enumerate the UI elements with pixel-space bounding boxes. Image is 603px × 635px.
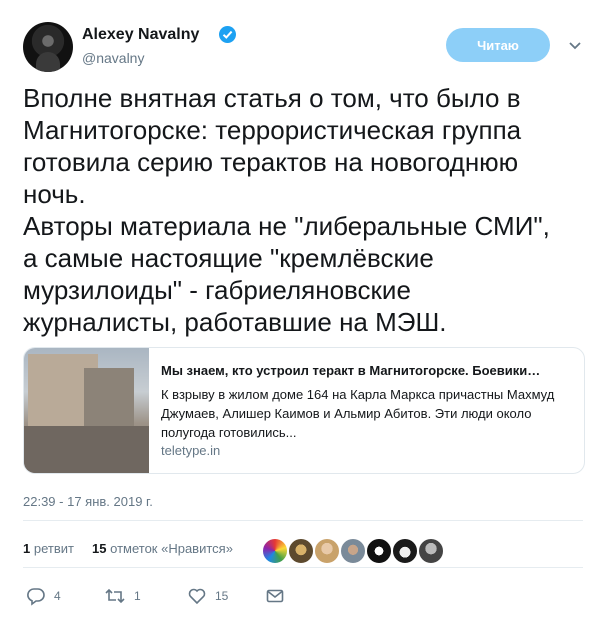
tweet-text-line: ночь. [23,179,86,209]
tweet-text-line: Вполне внятная статья о том, что было в [23,83,521,113]
card-thumbnail [24,348,149,473]
divider [23,520,583,521]
retweet-icon [105,588,125,604]
liker-avatar[interactable] [262,538,288,564]
like-button[interactable]: 15 [187,584,228,608]
likes-label[interactable]: отметок «Нравится» [110,541,233,556]
card-title: Мы знаем, кто устроил теракт в Магнитого… [161,363,541,378]
retweet-count: 1 [134,589,141,603]
author-handle[interactable]: @navalny [82,50,144,66]
tweet-text-line: Магнитогорске: террористическая группа [23,115,522,145]
tweet-text-line: мурзилоиды" - габриеляновские [23,275,411,305]
envelope-icon [266,589,284,603]
tweet-text-line: готовила серию терактов на новогоднюю [23,147,519,177]
divider [23,567,583,568]
tweet-timestamp[interactable]: 22:39 - 17 янв. 2019 г. [23,494,153,509]
thumbnail-rubble [24,426,149,473]
card-domain: teletype.in [161,443,221,458]
direct-message-button[interactable] [265,584,285,608]
likes-count[interactable]: 15 [92,541,106,556]
chevron-down-icon[interactable] [566,36,584,54]
liker-avatar[interactable] [366,538,392,564]
tweet-actions: 4 1 15 [0,584,603,608]
liker-avatar[interactable] [392,538,418,564]
avatar[interactable] [23,22,73,72]
author-name[interactable]: Alexey Navalny [82,26,199,44]
reply-count: 4 [54,589,61,603]
retweet-button[interactable]: 1 [104,584,141,608]
tweet-text-line: Авторы материала не "либеральные СМИ", [23,211,550,241]
link-card[interactable]: Мы знаем, кто устроил теракт в Магнитого… [23,347,585,474]
like-count: 15 [215,589,229,603]
liker-avatar[interactable] [288,538,314,564]
liker-avatar[interactable] [418,538,444,564]
liker-avatar[interactable] [340,538,366,564]
card-description: К взрыву в жилом доме 164 на Карла Маркс… [161,387,555,440]
tweet-text-line: а самые настоящие "кремлёвские [23,243,434,273]
retweets-count[interactable]: 1 [23,541,30,556]
reply-icon [27,588,45,606]
tweet-text: Вполне внятная статья о том, что было в … [23,82,598,338]
tweet: Alexey Navalny @navalny Читаю Вполне вня… [0,0,603,635]
heart-icon [188,588,206,605]
following-button[interactable]: Читаю [446,28,550,62]
liker-avatar[interactable] [314,538,340,564]
reply-button[interactable]: 4 [26,584,61,608]
tweet-stats: 1 ретвит 15 отметок «Нравится» [23,541,233,556]
tweet-text-line: журналисты, работавшие на МЭШ. [23,307,447,337]
retweets-label[interactable]: ретвит [34,541,74,556]
verified-badge-icon [219,26,236,43]
